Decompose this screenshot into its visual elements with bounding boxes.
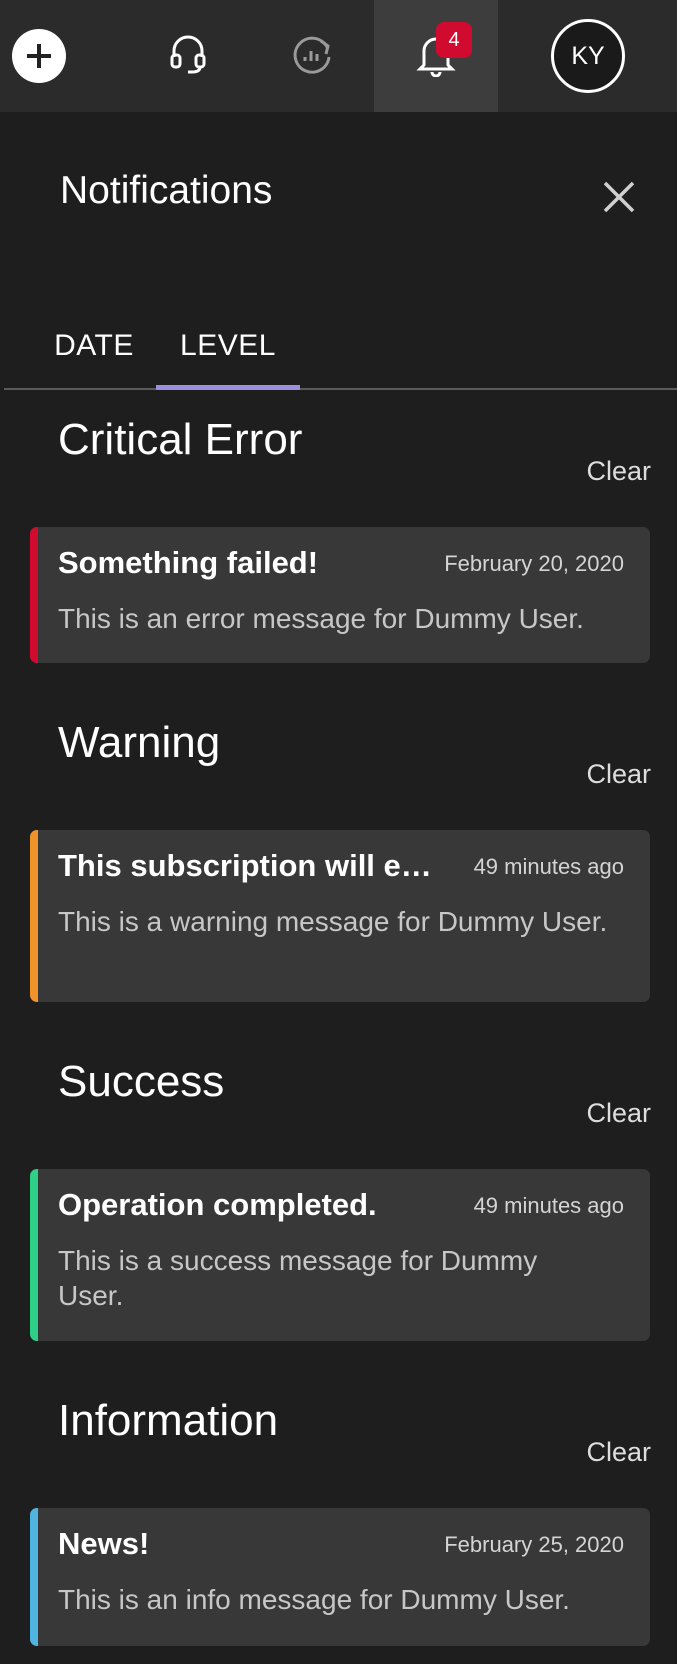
notification-card[interactable]: Operation completed. 49 minutes ago This… bbox=[30, 1169, 650, 1341]
notification-message: This is a warning message for Dummy User… bbox=[58, 906, 608, 937]
notification-card[interactable]: This subscription will expi... 49 minute… bbox=[30, 830, 650, 1002]
analytics-button[interactable] bbox=[250, 0, 374, 112]
notification-time: 49 minutes ago bbox=[473, 854, 624, 879]
notification-message: This is an info message for Dummy User. bbox=[58, 1584, 570, 1615]
plus-circle-icon bbox=[12, 29, 66, 83]
tab-date[interactable]: DATE bbox=[46, 304, 142, 388]
success-accent-bar bbox=[30, 1169, 38, 1341]
close-icon bbox=[602, 180, 636, 219]
headset-icon bbox=[168, 33, 208, 80]
notification-message: This is a success message for Dummy User… bbox=[58, 1245, 538, 1311]
error-accent-bar bbox=[30, 527, 38, 663]
close-button[interactable] bbox=[598, 178, 640, 220]
notifications-panel: Notifications DATE LEVEL Critical Error … bbox=[4, 112, 677, 1664]
profile-button[interactable]: KY bbox=[528, 0, 648, 112]
add-button[interactable] bbox=[0, 0, 78, 112]
support-button[interactable] bbox=[126, 0, 250, 112]
section-title-information: Information bbox=[58, 1396, 279, 1445]
warning-accent-bar bbox=[30, 830, 38, 1002]
notification-title: Operation completed. bbox=[58, 1187, 377, 1222]
panel-title: Notifications bbox=[60, 169, 273, 212]
info-accent-bar bbox=[30, 1508, 38, 1646]
notification-title: This subscription will expi... bbox=[58, 848, 448, 883]
section-title-success: Success bbox=[58, 1057, 225, 1106]
notification-time: February 25, 2020 bbox=[444, 1532, 624, 1557]
clear-success-button[interactable]: Clear bbox=[586, 1098, 651, 1129]
clear-critical-error-button[interactable]: Clear bbox=[586, 456, 651, 487]
notification-card[interactable]: News! February 25, 2020 This is an info … bbox=[30, 1508, 650, 1646]
clear-warning-button[interactable]: Clear bbox=[586, 759, 651, 790]
chart-refresh-icon bbox=[291, 33, 333, 80]
notification-time: 49 minutes ago bbox=[473, 1193, 624, 1218]
notification-title: News! bbox=[58, 1526, 150, 1561]
notification-message: This is an error message for Dummy User. bbox=[58, 603, 584, 634]
tab-bar: DATE LEVEL bbox=[4, 304, 677, 390]
notification-time: February 20, 2020 bbox=[444, 551, 624, 576]
tab-level[interactable]: LEVEL bbox=[156, 304, 300, 388]
notification-title: Something failed! bbox=[58, 545, 319, 580]
section-title-warning: Warning bbox=[58, 718, 221, 767]
notification-card[interactable]: Something failed! February 20, 2020 This… bbox=[30, 527, 650, 663]
top-bar: 4 KY bbox=[0, 0, 677, 112]
avatar: KY bbox=[551, 19, 625, 93]
section-title-critical-error: Critical Error bbox=[58, 415, 303, 464]
active-tab-indicator bbox=[156, 385, 300, 390]
clear-information-button[interactable]: Clear bbox=[586, 1437, 651, 1468]
notification-count-badge: 4 bbox=[436, 22, 472, 58]
notifications-button[interactable]: 4 bbox=[374, 0, 498, 112]
